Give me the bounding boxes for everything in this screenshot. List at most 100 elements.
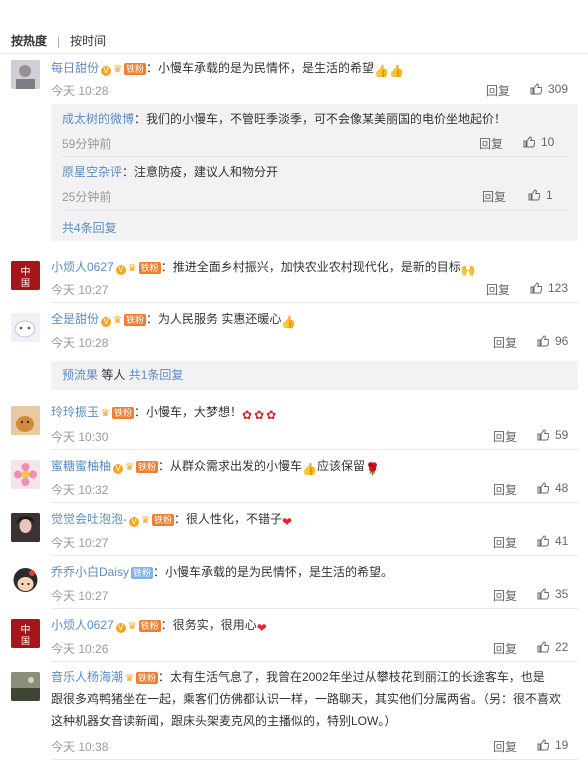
username[interactable]: 小烦人0627 [51, 260, 114, 274]
divider [51, 555, 578, 556]
comment-time: 今天 10:27 [51, 283, 109, 297]
fan-badge: 铁粉 [151, 514, 174, 526]
like-button[interactable]: 41 [537, 534, 568, 548]
more-replies-link[interactable]: 共1条回复 [129, 368, 184, 382]
reply-button[interactable]: 回复 [493, 428, 517, 445]
comment-line: 乔乔小白Daisy 铁粉 ：小慢车承载的是为民情怀，是生活的希望。 [51, 563, 578, 581]
avatar-image [11, 460, 40, 489]
reply-button[interactable]: 回复 [493, 334, 517, 351]
comment-text-cont: 跟很多鸡鸭猪坐在一起，乘客们仿佛都认识一样，一路聊天，其实他们分属两省。（另：很… [51, 692, 562, 706]
username[interactable]: 音乐人杨海潮 [51, 670, 123, 684]
comment-text: ：很务实，很用心 [160, 618, 257, 632]
avatar-image: 中国 [11, 261, 40, 290]
more-replies-link[interactable]: 共4条回复 [62, 219, 117, 236]
subreply-text: ：我们的小慢车，不管旺季淡季，可不会像某美丽国的电价坐地起价！ [134, 112, 507, 126]
fan-badge: 铁粉 [138, 620, 161, 632]
like-icon [537, 482, 549, 494]
like-button[interactable]: 35 [537, 587, 568, 601]
subreply-time: 25分钟前 [62, 190, 112, 204]
like-button[interactable]: 19 [537, 738, 568, 752]
avatar[interactable] [11, 460, 40, 489]
reply-button[interactable]: 回复 [493, 738, 517, 755]
avatar[interactable] [11, 313, 40, 342]
username[interactable]: 小烦人0627 [51, 618, 114, 632]
comment-time: 今天 10:38 [51, 740, 109, 754]
divider [62, 156, 568, 157]
divider [51, 502, 578, 503]
like-icon [537, 535, 549, 547]
comment-text: ：太有生活气息了，我曾在2002年坐过从攀枝花到丽江的长途客车，也是 [158, 670, 545, 684]
username[interactable]: 全是甜份 [51, 312, 99, 326]
like-icon [530, 83, 542, 95]
avatar-image: 中国 [11, 619, 40, 648]
fan-badge: 铁粉 [138, 262, 161, 274]
comment-line: 觉觉会吐泡泡- V ♛ 铁粉 ：很人性化，不错子❤ [51, 510, 578, 531]
like-icon [523, 136, 535, 148]
comment-line: 每日甜份 V ♛ 铁粉 ：小慢车承载的是为民情怀，是生活的希望👍👍 [51, 59, 578, 80]
like-button[interactable]: 96 [537, 334, 568, 348]
reply-button[interactable]: 回复 [493, 481, 517, 498]
like-icon [537, 588, 549, 600]
fan-badge: 铁粉 [131, 567, 154, 579]
tab-time[interactable]: 按时间 [70, 34, 106, 48]
comment-text: ：很人性化，不错子 [173, 512, 282, 526]
username[interactable]: 玲玲振玉 [51, 405, 99, 419]
like-button[interactable]: 123 [530, 281, 568, 295]
reply-button[interactable]: 回复 [486, 281, 510, 298]
like-icon [537, 739, 549, 751]
avatar[interactable] [11, 566, 40, 595]
like-button[interactable]: 59 [537, 428, 568, 442]
like-button[interactable]: 22 [537, 640, 568, 654]
reply-button[interactable]: 回复 [479, 135, 503, 152]
tab-hot[interactable]: 按热度 [11, 34, 47, 48]
fan-badge: 铁粉 [135, 461, 158, 473]
reply-button[interactable]: 回复 [493, 587, 517, 604]
divider [62, 210, 568, 211]
reply-button[interactable]: 回复 [493, 534, 517, 551]
like-button[interactable]: 309 [530, 82, 568, 96]
verified-icon: V [101, 66, 112, 76]
comment-line: 跟很多鸡鸭猪坐在一起，乘客们仿佛都认识一样，一路聊天，其实他们分属两省。（另：很… [51, 690, 578, 708]
tab-separator: | [57, 34, 61, 48]
svg-text:国: 国 [21, 636, 30, 647]
avatar[interactable]: 中国 [11, 619, 40, 648]
reply-button[interactable]: 回复 [486, 82, 510, 99]
subreply-line: 原星空杂评：注意防疫，建议人和物分开 [62, 163, 568, 181]
reply-button[interactable]: 回复 [482, 188, 506, 205]
comment-line: 小烦人0627 V ♛ 铁粉 ：推进全面乡村振兴，加快农业农村现代化，是新的目标🙌 [51, 258, 578, 279]
like-count: 41 [555, 534, 569, 548]
thumbs-up-emoji-icon: 👍 [281, 315, 297, 329]
avatar[interactable] [11, 406, 40, 435]
username[interactable]: 乔乔小白Daisy [51, 565, 129, 579]
like-button[interactable]: 48 [537, 481, 568, 495]
avatar[interactable] [11, 60, 40, 89]
verified-icon: V [115, 623, 126, 633]
comment-text-cont: 这种机器女音读新闻，跟床头架麦克风的主播似的，特别LOW。） [51, 714, 397, 728]
verified-icon: V [129, 517, 139, 527]
subreply-username[interactable]: 预流果 [62, 368, 98, 382]
subreply-username[interactable]: 成太树的微博 [62, 112, 134, 126]
heart-emoji-icon: ❤ [282, 515, 293, 529]
username[interactable]: 蜜糖蜜柚柚 [51, 459, 111, 473]
comment-time: 今天 10:27 [51, 589, 109, 603]
username[interactable]: 每日甜份 [51, 61, 99, 75]
reply-button[interactable]: 回复 [493, 640, 517, 657]
crown-icon: ♛ [127, 263, 137, 274]
comment-line: 小烦人0627 V ♛ 铁粉 ：很务实，很用心❤ [51, 616, 578, 637]
subreply-summary: 预流果 等人 共1条回复 [62, 366, 568, 384]
like-button[interactable]: 10 [523, 135, 554, 149]
subreply-text: ：注意防疫，建议人和物分开 [122, 165, 279, 179]
like-count: 1 [546, 188, 553, 202]
avatar-image [11, 513, 40, 542]
like-icon [530, 282, 542, 294]
comment-text: ：推进全面乡村振兴，加快农业农村现代化，是新的目标 [160, 260, 461, 274]
crown-icon: ♛ [125, 462, 134, 473]
subreply-username[interactable]: 原星空杂评 [62, 165, 122, 179]
comment-line: 蜜糖蜜柚柚 V ♛ 铁粉 ：从群众需求出发的小慢车👍应该保留🌹 [51, 457, 578, 478]
avatar[interactable] [11, 672, 40, 701]
avatar[interactable] [11, 513, 40, 542]
username[interactable]: 觉觉会吐泡泡- [51, 512, 127, 526]
avatar[interactable]: 中国 [11, 261, 40, 290]
like-button[interactable]: 1 [528, 188, 553, 202]
like-icon [528, 189, 540, 201]
